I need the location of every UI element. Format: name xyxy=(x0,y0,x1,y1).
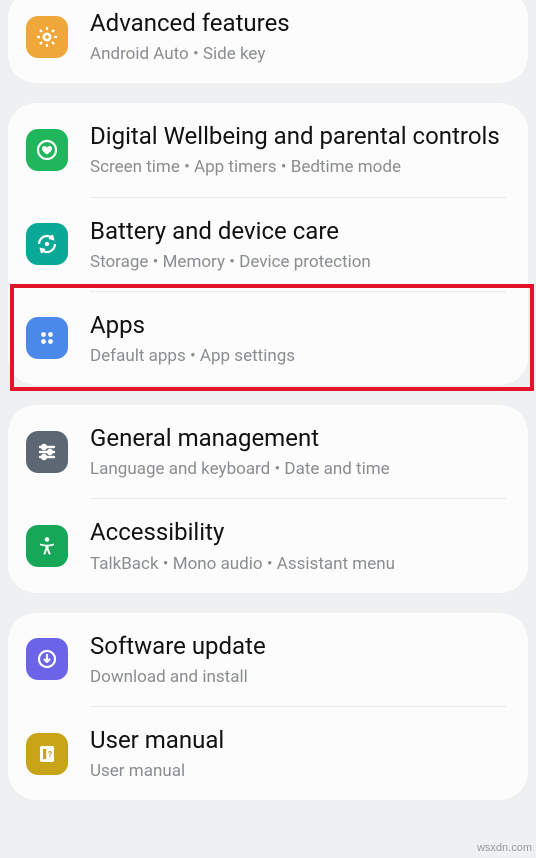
row-title: General management xyxy=(90,423,506,454)
row-user-manual[interactable]: ? User manual User manual xyxy=(8,707,528,800)
row-subtitle: Default apps • App settings xyxy=(90,345,506,367)
download-circle-icon xyxy=(26,638,68,680)
row-apps[interactable]: Apps Default apps • App settings xyxy=(8,292,528,385)
row-text: Accessibility TalkBack • Mono audio • As… xyxy=(90,517,506,574)
row-text: Software update Download and install xyxy=(90,631,506,688)
row-software-update[interactable]: Software update Download and install xyxy=(8,613,528,706)
row-digital-wellbeing[interactable]: Digital Wellbeing and parental controls … xyxy=(8,103,528,196)
row-subtitle: User manual xyxy=(90,760,506,782)
row-subtitle: Storage • Memory • Device protection xyxy=(90,251,506,273)
row-text: User manual User manual xyxy=(90,725,506,782)
row-general-management[interactable]: General management Language and keyboard… xyxy=(8,405,528,498)
row-text: Digital Wellbeing and parental controls … xyxy=(90,121,506,178)
row-text: General management Language and keyboard… xyxy=(90,423,506,480)
row-advanced-features[interactable]: Advanced features Android Auto • Side ke… xyxy=(8,0,528,83)
manual-icon: ? xyxy=(26,733,68,775)
sliders-icon xyxy=(26,431,68,473)
settings-group: Software update Download and install ? U… xyxy=(8,613,528,801)
row-battery-care[interactable]: Battery and device care Storage • Memory… xyxy=(8,198,528,291)
heart-circle-icon xyxy=(26,129,68,171)
row-title: Accessibility xyxy=(90,517,506,548)
person-arms-icon xyxy=(26,525,68,567)
row-title: Apps xyxy=(90,310,506,341)
row-title: Battery and device care xyxy=(90,216,506,247)
row-text: Advanced features Android Auto • Side ke… xyxy=(90,8,506,65)
row-subtitle: Language and keyboard • Date and time xyxy=(90,458,506,480)
four-dots-icon xyxy=(26,317,68,359)
row-subtitle: Android Auto • Side key xyxy=(90,43,506,65)
settings-group: Advanced features Android Auto • Side ke… xyxy=(8,0,528,83)
row-subtitle: Download and install xyxy=(90,666,506,688)
watermark: wsxdn.com xyxy=(477,842,532,854)
row-title: User manual xyxy=(90,725,506,756)
row-text: Apps Default apps • App settings xyxy=(90,310,506,367)
row-title: Advanced features xyxy=(90,8,506,39)
row-title: Software update xyxy=(90,631,506,662)
row-subtitle: TalkBack • Mono audio • Assistant menu xyxy=(90,553,506,575)
row-title: Digital Wellbeing and parental controls xyxy=(90,121,506,152)
settings-group: General management Language and keyboard… xyxy=(8,405,528,593)
row-subtitle: Screen time • App timers • Bedtime mode xyxy=(90,156,506,178)
gear-plus-icon xyxy=(26,16,68,58)
settings-group: Digital Wellbeing and parental controls … xyxy=(8,103,528,385)
row-text: Battery and device care Storage • Memory… xyxy=(90,216,506,273)
refresh-dot-icon xyxy=(26,223,68,265)
svg-text:?: ? xyxy=(48,750,53,760)
row-accessibility[interactable]: Accessibility TalkBack • Mono audio • As… xyxy=(8,499,528,592)
